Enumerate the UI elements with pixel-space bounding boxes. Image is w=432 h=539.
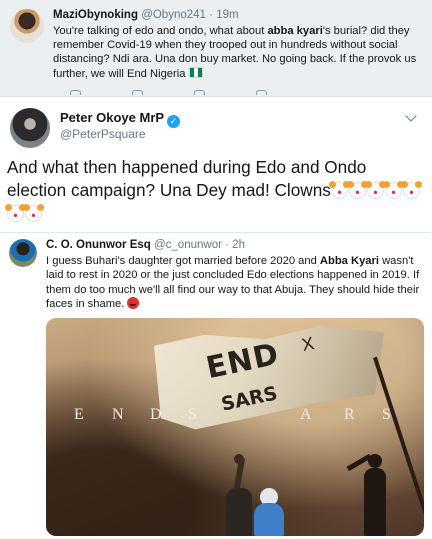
tweet-text-part: I guess Buhari's daughter got married be… — [46, 255, 320, 267]
like-icon[interactable] — [194, 90, 205, 95]
clown-face-icon — [382, 181, 404, 199]
tweet-image[interactable]: END SARS X ENDSARS — [46, 318, 424, 536]
timestamp[interactable]: 2h — [232, 239, 245, 251]
display-name[interactable]: Peter Okoye MrP ✓ — [60, 110, 181, 128]
protester-figure — [254, 503, 284, 536]
overlay-letter: R — [344, 406, 355, 423]
highlighted-term: Abba Kyari — [319, 255, 379, 267]
overlay-letter: N — [112, 406, 124, 423]
overlay-letter: S — [382, 406, 391, 423]
chevron-down-icon[interactable] — [405, 110, 417, 122]
overlay-letter: A — [300, 406, 312, 423]
angry-face-icon — [127, 297, 140, 310]
avatar[interactable] — [9, 239, 37, 267]
handle[interactable]: @PeterPsquare — [60, 127, 146, 141]
overlay-letter: S — [188, 406, 197, 423]
tweet-header: C. O. Onunwor Esq @c_onunwor · 2h — [46, 239, 245, 251]
protester-figure — [226, 488, 252, 536]
highlighted-term: abba kyari — [267, 25, 323, 37]
display-name-text: Peter Okoye MrP — [60, 110, 165, 125]
tweet-text: And what then happened during Edo and On… — [5, 156, 429, 225]
separator-dot: · — [209, 9, 213, 21]
timestamp[interactable]: 19m — [216, 9, 238, 21]
display-name[interactable]: MaziObynoking — [53, 9, 138, 21]
verified-badge-icon: ✓ — [167, 115, 181, 128]
tweet-text: I guess Buhari's daughter got married be… — [46, 254, 426, 312]
clown-face-icon — [400, 181, 422, 199]
clown-face-icon — [5, 204, 26, 222]
retweet-icon[interactable] — [132, 90, 143, 95]
display-name[interactable]: C. O. Onunwor Esq — [46, 239, 151, 251]
clown-face-icon — [328, 181, 350, 199]
avatar[interactable] — [10, 108, 50, 148]
separator-dot: · — [225, 239, 229, 251]
raised-fist — [234, 454, 244, 464]
clown-face-icon — [23, 204, 44, 222]
clown-face-icon — [364, 181, 386, 199]
nigeria-flag-icon — [188, 66, 203, 78]
avatar[interactable] — [10, 9, 44, 43]
tweet-text-body: And what then happened during Edo and On… — [7, 157, 367, 200]
quoted-tweet[interactable]: MaziObynoking @Obyno241 · 19m You're tal… — [0, 0, 432, 96]
flag-bearer-figure — [364, 468, 386, 536]
handle[interactable]: @Obyno241 — [141, 9, 206, 21]
flag-bearer-head — [368, 454, 382, 468]
handle[interactable]: @c_onunwor — [154, 239, 222, 251]
share-icon[interactable] — [256, 90, 267, 95]
tweet-text: You're talking of edo and ondo, what abo… — [53, 24, 423, 81]
clown-face-icon — [346, 181, 368, 199]
reply-icon[interactable] — [70, 90, 81, 95]
overlay-letter: E — [74, 406, 84, 423]
tweet-header: MaziObynoking @Obyno241 · 19m — [53, 9, 239, 21]
overlay-letter: D — [150, 406, 162, 423]
divider — [0, 96, 432, 97]
tweet-text-part: You're talking of edo and ondo, what abo… — [53, 25, 268, 37]
